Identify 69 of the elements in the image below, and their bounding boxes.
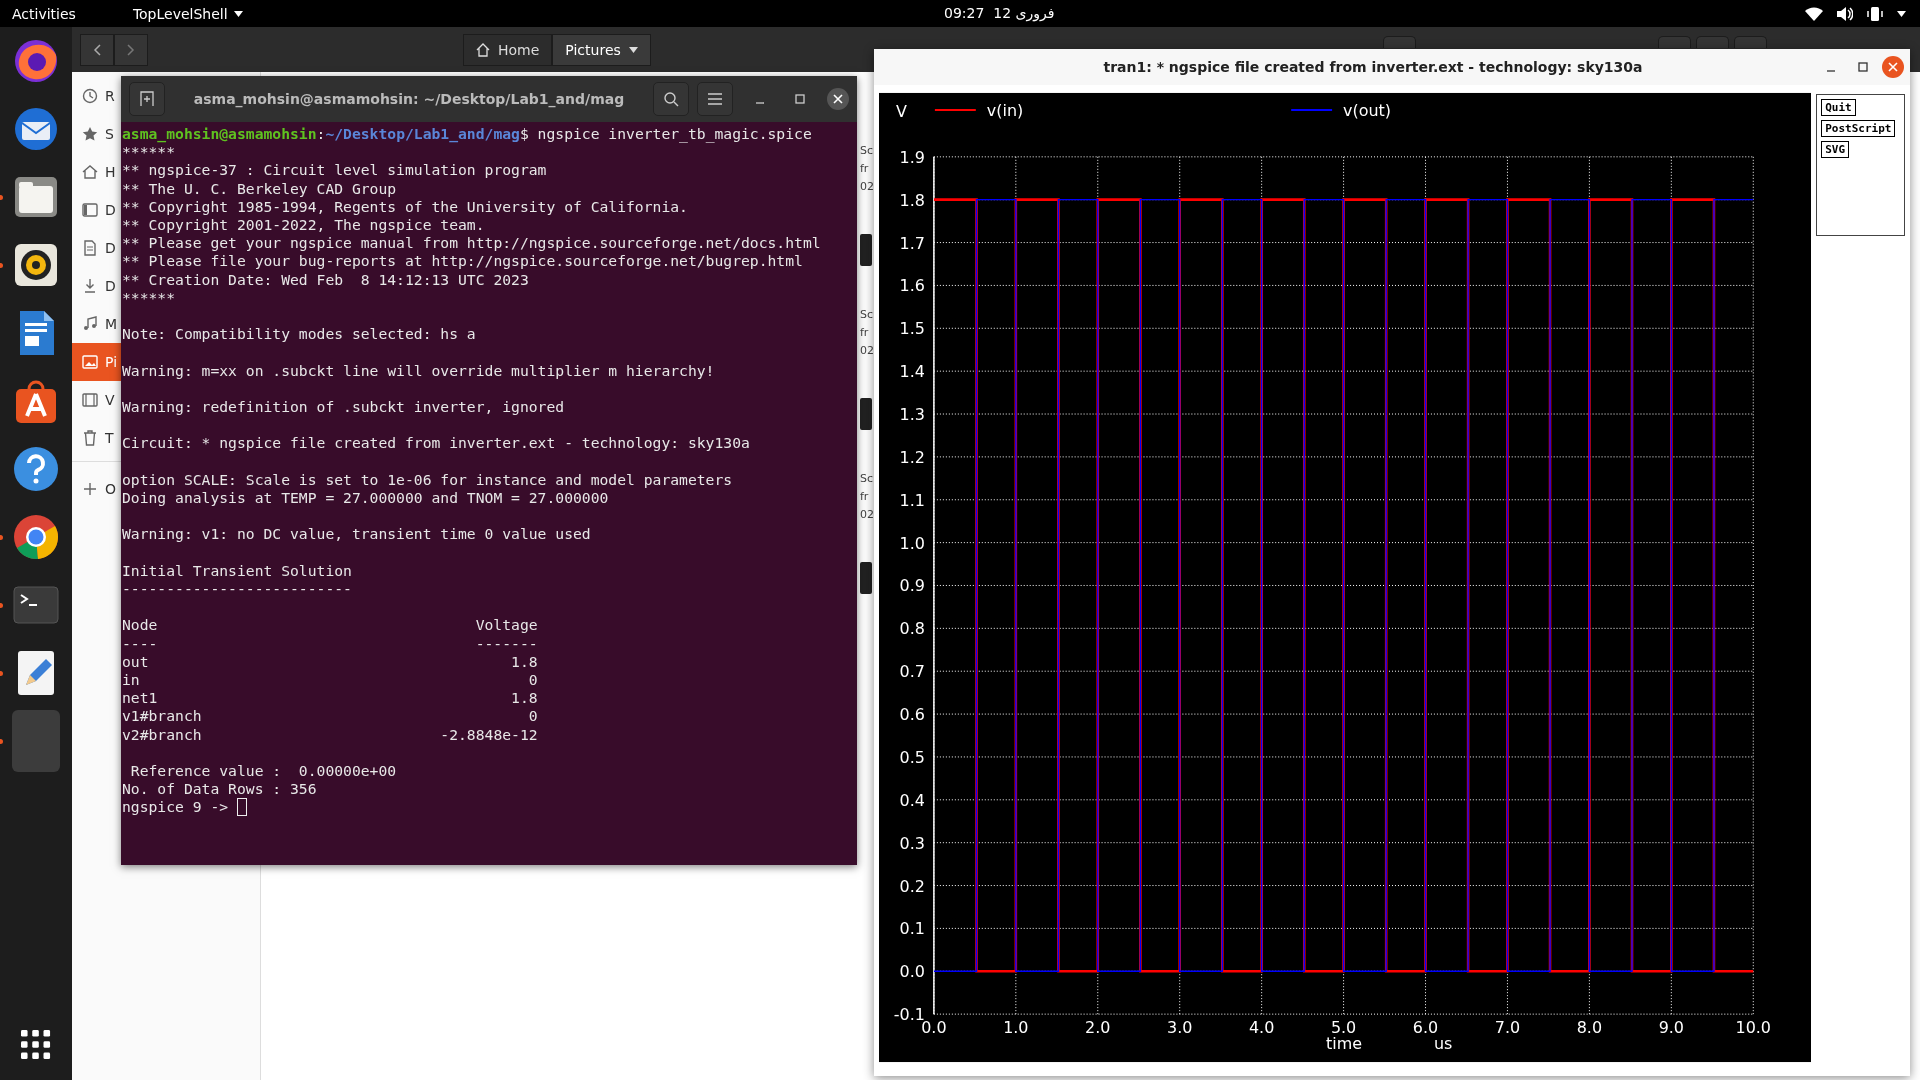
y-tick-label: 0.7 [899,662,925,682]
node-name: in [122,670,141,690]
x-tick-label: 8.0 [1576,1018,1603,1038]
y-tick-label: 0.0 [899,962,925,982]
voltage-value: 0 [527,707,538,726]
voltage-value: 1.8 [510,652,538,671]
output-line: ** Creation Date: Wed Feb 8 14:12:13 UTC 2023 [122,270,530,289]
y-axis-label: V [895,101,907,121]
y-tick-label: 0.8 [899,619,925,639]
x-tick-label: 3.0 [1167,1018,1193,1038]
y-tick-label: 0.1 [899,919,925,939]
x-tick-label: 1.0 [1003,1018,1029,1038]
window-title: tran1: * ngspice file created from inverter.ext - technology: sky130a [1102,59,1644,75]
output-line: ** Copyright 1985-1994, Regents of the University of California. [122,197,689,216]
y-tick-label: 1.2 [899,447,925,467]
y-tick-label: 1.9 [899,147,925,167]
output-line: Warning: v1: no DC value, transient time 0 value used [122,525,592,544]
x-tick-label: 7.0 [1494,1018,1521,1038]
header-rule: ------- [474,634,538,653]
y-tick-label: 1.5 [899,319,925,339]
voltage-value: 1.8 [510,689,538,708]
voltage-value: 0 [527,670,538,690]
column-header: Voltage [474,616,538,635]
output-line: ****** [122,143,177,162]
y-tick-label: 0.2 [899,876,925,896]
node-name: v1#branch [122,707,203,726]
x-tick-label: 9.0 [1658,1018,1684,1038]
input-prompt: ngspice 9 -> [122,798,230,817]
x-tick-label: 10.0 [1735,1018,1772,1038]
output-line: Doing analysis at TEMP = 27.000000 and TNOM = 27.000000 [122,489,610,508]
output-line: Reference value : 0.00000e+00 [129,761,398,781]
output-line: -------------------------- [122,579,353,599]
y-tick-label: 1.7 [899,233,925,253]
output-line: Warning: redefinition of .subckt inverter, ignored [122,398,566,417]
prompt-line: asma_mohsin@asmamohsin:~/Desktop/Lab1_and/mag$ ngspice inverter_tb_magic.spice [122,125,813,144]
output-line: option SCALE: Scale is set to 1e-06 for instance and model parameters [122,470,734,489]
output-line: ** Please file your bug-reports at http://ngspice.sourceforge.net/bugrep.html [122,252,804,271]
output-line: Circuit: * ngspice file created from inverter.ext - technology: sky130a [122,434,751,453]
output-line: No. of Data Rows : 356 [122,780,318,799]
y-tick-label: 0.6 [899,705,925,725]
y-tick-label: 0.5 [899,747,925,767]
node-name: out [122,652,150,671]
legend-label: v(out) [1343,100,1392,120]
node-name: net1 [122,689,159,708]
y-tick-label: 0.9 [899,576,925,596]
output-line: Warning: m=xx on .subckt line will override multiplier m hierarchy! [122,361,716,380]
x-tick-label: 4.0 [1248,1018,1275,1038]
x-tick-label: 2.0 [1085,1018,1111,1038]
y-tick-label: 0.3 [899,833,925,853]
output-line: ****** [122,288,177,308]
y-tick-label: 1.0 [899,533,925,553]
header-rule: ---- [122,634,159,653]
y-tick-label: 0.4 [899,790,925,810]
y-tick-label: 1.4 [899,362,925,382]
output-line: ** The U. C. Berkeley CAD Group [122,179,398,198]
output-line: Initial Transient Solution [122,561,353,580]
output-line: ** ngspice-37 : Circuit level simulation program [122,161,548,180]
y-tick-label: 1.1 [899,490,925,510]
legend-label: v(in) [986,100,1024,120]
column-header: Node [122,616,159,635]
node-name: v2#branch [122,725,203,744]
window-title: asma_mohsin@asmamohsin: ~/Desktop/Lab1_and/mag [192,91,626,107]
output-line: ** Please get your ngspice manual from http://ngspice.sourceforge.net/docs.html [122,234,822,253]
voltage-value: -2.8848e-12 [440,725,538,744]
output-line: ** Copyright 2001-2022, The ngspice team. [122,216,486,235]
y-tick-label: 1.8 [899,190,925,210]
y-tick-label: 1.6 [899,276,925,296]
output-line: Note: Compatibility modes selected: hs a [122,325,477,344]
y-tick-label: 1.3 [899,405,925,424]
